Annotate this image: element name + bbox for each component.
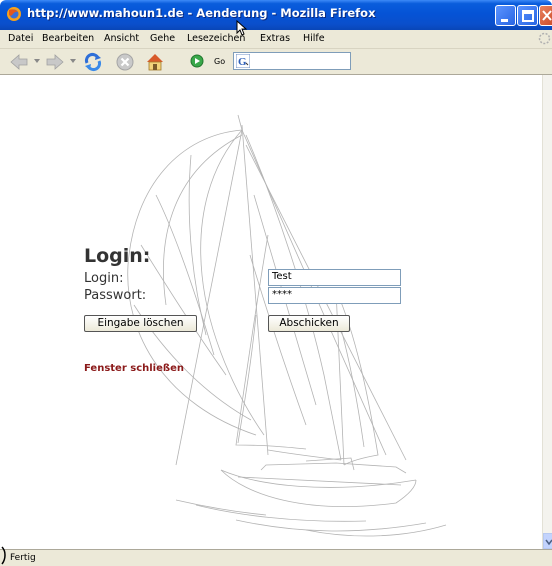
close-window-link[interactable]: Fenster schließen	[84, 363, 184, 374]
scroll-down-button[interactable]	[543, 533, 552, 549]
firefox-icon	[7, 7, 21, 21]
window-titlebar: http://www.mahoun1.de - Aenderung - Mozi…	[0, 0, 552, 30]
sailboat-sketch	[127, 114, 447, 537]
menu-extras[interactable]: Extras	[260, 33, 290, 44]
forward-arrow-icon[interactable]	[44, 51, 66, 73]
maximize-icon	[522, 10, 534, 22]
menu-bearbeiten[interactable]: Bearbeiten	[42, 33, 94, 44]
go-label[interactable]: Go	[214, 57, 225, 66]
window-edge-mark	[1, 546, 6, 565]
go-icon[interactable]	[190, 54, 204, 68]
menu-hilfe[interactable]: Hilfe	[303, 33, 325, 44]
menu-ansicht[interactable]: Ansicht	[104, 33, 139, 44]
window-title: http://www.mahoun1.de - Aenderung - Mozi…	[27, 6, 376, 20]
minimize-button[interactable]	[495, 5, 516, 26]
status-text: Fertig	[10, 553, 36, 563]
menu-bar: Datei Bearbeiten Ansicht Gehe Lesezeiche…	[0, 30, 552, 49]
close-button[interactable]	[539, 5, 552, 26]
minimize-icon	[501, 19, 508, 22]
menu-datei[interactable]: Datei	[8, 33, 33, 44]
reload-icon[interactable]	[82, 51, 104, 73]
chevron-down-icon	[545, 539, 552, 546]
login-input[interactable]: Test	[268, 269, 401, 286]
status-bar: Fertig	[0, 549, 552, 566]
back-arrow-icon[interactable]	[8, 51, 30, 73]
password-label: Passwort:	[84, 288, 147, 303]
login-label: Login:	[84, 271, 124, 286]
menu-gehe[interactable]: Gehe	[150, 33, 175, 44]
page-content: Login: Login: Passwort: Test **** Eingab…	[6, 75, 542, 549]
reset-button[interactable]: Eingabe löschen	[84, 315, 197, 332]
throbber-icon	[538, 32, 551, 45]
svg-text:G: G	[238, 56, 247, 68]
password-input[interactable]: ****	[268, 287, 401, 304]
maximize-button[interactable]	[517, 5, 538, 26]
vertical-scrollbar[interactable]	[542, 75, 552, 549]
google-search-box[interactable]: G	[233, 52, 351, 70]
submit-button[interactable]: Abschicken	[268, 315, 350, 332]
stop-icon[interactable]	[114, 51, 136, 73]
back-dropdown-icon[interactable]	[34, 59, 40, 63]
mouse-cursor-icon	[236, 20, 248, 36]
home-icon[interactable]	[144, 51, 166, 73]
google-search-icon: G	[236, 54, 250, 68]
login-heading: Login:	[84, 245, 151, 267]
close-icon	[542, 10, 552, 21]
navigation-toolbar: Go G	[0, 49, 552, 75]
forward-dropdown-icon[interactable]	[70, 59, 76, 63]
